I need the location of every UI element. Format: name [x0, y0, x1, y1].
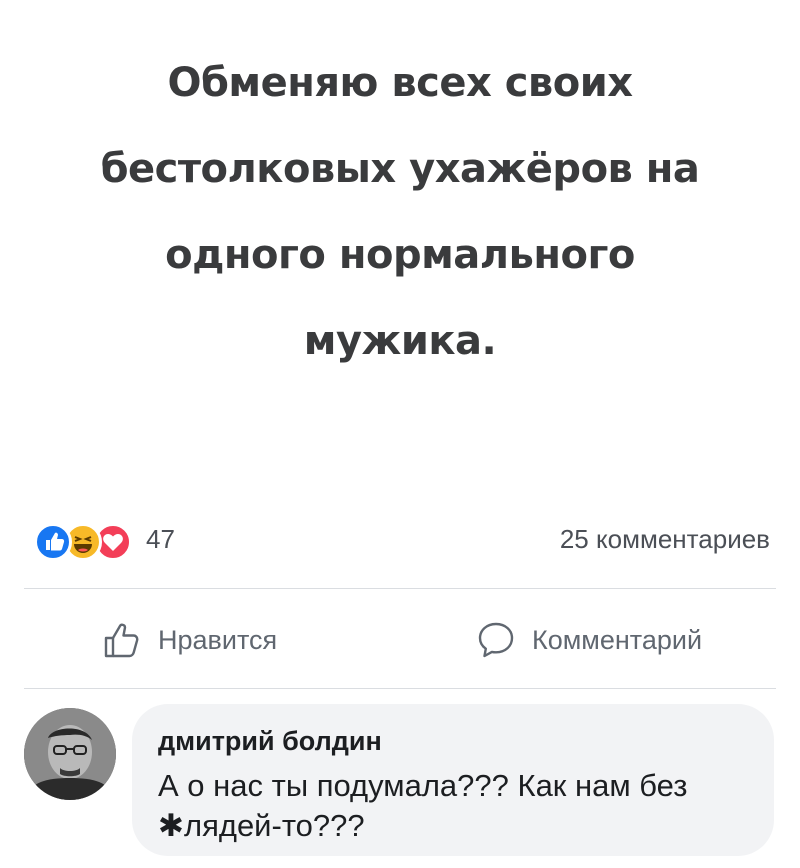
- post-line: бестолковых ухажёров на: [100, 146, 700, 192]
- comment-text: А о нас ты подумала??? Как нам без ✱ляде…: [158, 768, 688, 843]
- speech-bubble-icon: [478, 622, 514, 658]
- like-icon: [34, 523, 72, 561]
- reaction-icons[interactable]: [34, 523, 144, 561]
- post-text: Обменяю всех своих бестолковых ухажёров …: [0, 40, 800, 384]
- comment-author[interactable]: дмитрий болдин: [158, 726, 382, 757]
- post-line: одного нормального: [165, 232, 635, 278]
- post-line: Обменяю всех своих: [167, 60, 633, 106]
- comment-button-label: Комментарий: [532, 624, 703, 655]
- divider: [24, 688, 776, 689]
- post-actions: Нравится Комментарий: [0, 600, 800, 680]
- comment-bubble: дмитрий болдин А о нас ты подумала??? Ка…: [132, 704, 774, 856]
- avatar[interactable]: [24, 708, 116, 800]
- thumbs-up-icon: [104, 623, 139, 658]
- post-line: мужика.: [303, 318, 497, 364]
- comment: дмитрий болдин А о нас ты подумала??? Ка…: [0, 700, 800, 860]
- reaction-count[interactable]: 47: [146, 524, 175, 555]
- divider: [24, 588, 776, 589]
- like-button-label: Нравится: [158, 624, 278, 655]
- comment-button[interactable]: Комментарий: [474, 616, 702, 664]
- like-button[interactable]: Нравится: [100, 616, 277, 664]
- reactions-summary[interactable]: 47 25 комментариев: [34, 521, 770, 561]
- comments-count-link[interactable]: 25 комментариев: [560, 524, 770, 555]
